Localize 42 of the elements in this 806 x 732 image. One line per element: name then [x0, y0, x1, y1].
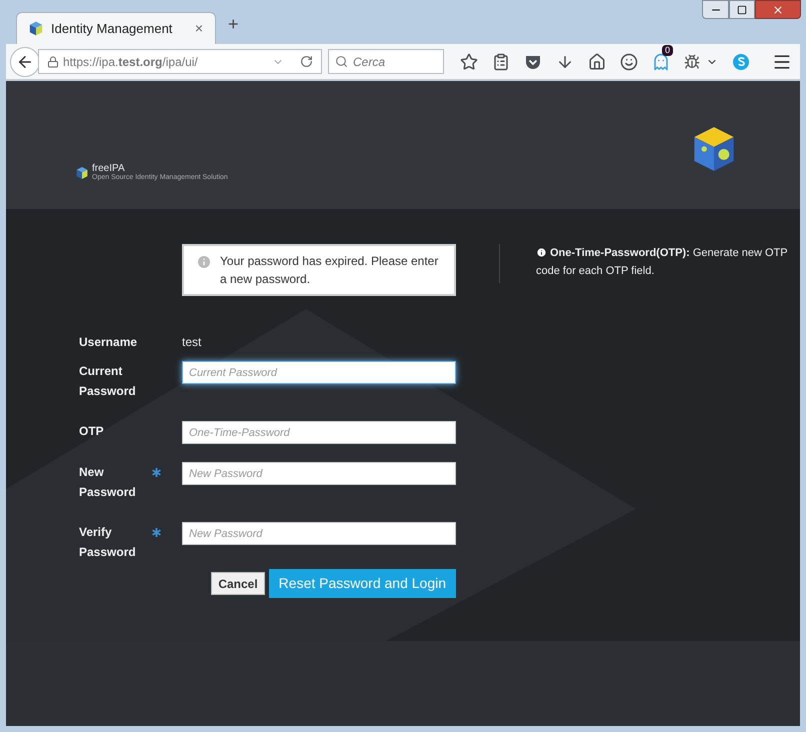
maximize-button[interactable] [729, 0, 755, 19]
product-logo-icon [692, 125, 736, 173]
bookmark-star-icon[interactable] [460, 52, 478, 70]
bug-icon[interactable] [684, 54, 700, 70]
back-button[interactable] [10, 46, 40, 76]
field-label: OTP [79, 423, 105, 440]
search-icon [335, 55, 348, 68]
reload-icon [300, 55, 313, 68]
otp-info-text: One-Time-Password(OTP): Generate new OTP code for each OTP field. [536, 246, 788, 279]
new-tab-button[interactable]: + [228, 11, 239, 38]
lock-icon [47, 56, 59, 68]
browser-tab[interactable]: Identity Management × [16, 12, 216, 44]
clipboard-icon[interactable] [492, 52, 510, 70]
username-value: test [182, 334, 202, 351]
cancel-button[interactable]: Cancel [211, 572, 265, 595]
password-field[interactable]: New Password [182, 522, 456, 545]
logo-text: freeIPA [92, 164, 126, 174]
close-button[interactable] [755, 0, 801, 19]
skype-icon[interactable] [732, 52, 750, 70]
notification-badge: 0 [662, 44, 674, 56]
password-field[interactable]: One-Time-Password [182, 421, 456, 444]
close-icon [772, 4, 784, 16]
tab-close-button[interactable]: × [194, 18, 203, 39]
maximize-icon [737, 4, 747, 14]
home-icon[interactable] [588, 52, 606, 70]
info-icon [196, 254, 212, 270]
tab-favicon-icon [29, 21, 43, 36]
alert-text: Your password has expired. Please enter a new password. [220, 253, 440, 288]
address-bar[interactable]: https://ipa.test.org/ipa/ui/ [38, 49, 322, 74]
search-field[interactable]: Cerca [328, 49, 444, 74]
field-label: Current Password [79, 363, 137, 400]
smiley-icon[interactable] [620, 52, 638, 70]
tab-title: Identity Management [51, 20, 174, 38]
field-label: Username [79, 334, 138, 351]
password-field[interactable]: Current Password [182, 361, 456, 384]
logo-icon [76, 166, 88, 180]
ghost-icon[interactable] [652, 52, 670, 70]
password-field[interactable]: New Password [182, 462, 456, 485]
url-text: https://ipa.test.org/ipa/ui/ [63, 54, 199, 70]
field-label: Verify Password [79, 524, 137, 561]
field-label: New Password [79, 464, 137, 501]
info-icon [536, 246, 547, 258]
